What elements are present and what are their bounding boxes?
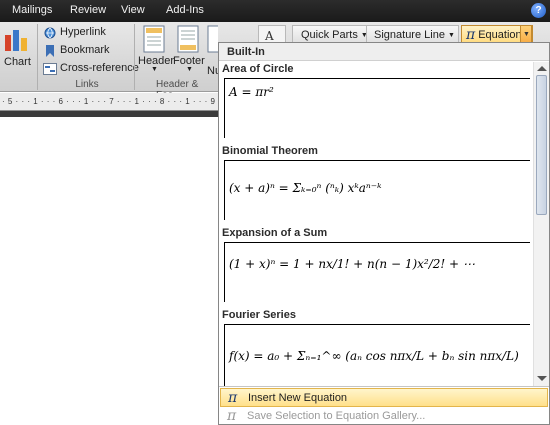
chart-button[interactable]: Chart <box>0 22 32 77</box>
footer-button[interactable]: Footer ▼ <box>172 22 206 77</box>
built-in-header-label: Built-In <box>227 46 265 58</box>
document-page[interactable] <box>0 117 218 425</box>
pi-icon: π <box>466 27 476 43</box>
cross-reference-label: Cross-reference <box>60 62 139 74</box>
hyperlink-button[interactable]: Hyperlink <box>43 26 133 41</box>
tab-view[interactable]: View <box>121 4 145 16</box>
equation-label: Equation <box>478 29 522 41</box>
pi-icon: π <box>228 390 238 406</box>
equation-text: A = πr² <box>229 85 274 99</box>
equation-gallery: Area of Circle A = πr² Binomial Theorem … <box>219 62 533 386</box>
help-icon[interactable]: ? <box>531 3 546 18</box>
quick-parts-label: Quick Parts <box>301 29 358 41</box>
footer-icon <box>177 25 199 53</box>
page-number-label: Nu <box>207 65 218 77</box>
save-selection-label: Save Selection to Equation Gallery... <box>247 410 426 422</box>
tab-mailings[interactable]: Mailings <box>12 4 52 16</box>
built-in-section-header: Built-In <box>219 43 549 61</box>
menu-separator <box>219 386 549 387</box>
tab-add-ins[interactable]: Add-Ins <box>166 4 204 16</box>
insert-new-equation-item[interactable]: π Insert New Equation <box>220 388 548 407</box>
scroll-up-icon[interactable] <box>537 66 547 71</box>
cross-reference-icon <box>43 63 57 75</box>
hyperlink-icon <box>44 27 56 39</box>
insert-new-equation-label: Insert New Equation <box>248 392 348 404</box>
page-number-icon <box>207 25 218 53</box>
equation-preview: f(x) = a₀ + Σₙ₌₁^∞ (aₙ cos nπx/L + bₙ si… <box>224 324 530 386</box>
ribbon-separator <box>37 24 38 90</box>
gallery-scrollbar[interactable] <box>533 62 549 387</box>
equation-text: f(x) = a₀ + Σₙ₌₁^∞ (aₙ cos nπx/L + bₙ si… <box>229 349 519 363</box>
header-button[interactable]: Header ▼ <box>137 22 174 77</box>
gallery-item-expansion-of-a-sum[interactable]: Expansion of a Sum (1 + x)ⁿ = 1 + nx/1! … <box>219 226 533 304</box>
chevron-down-icon: ▼ <box>447 31 455 39</box>
equation-preview: (1 + x)ⁿ = 1 + nx/1! + n(n − 1)x²/2! + ⋯ <box>224 242 530 302</box>
gallery-item-title: Binomial Theorem <box>222 145 318 157</box>
bookmark-icon <box>46 45 54 57</box>
chevron-down-icon: ▼ <box>186 66 193 73</box>
chevron-down-icon: ▼ <box>523 31 530 38</box>
bookmark-button[interactable]: Bookmark <box>43 44 133 59</box>
ribbon-tab-bar: Mailings Review View Add-Ins ? <box>0 0 550 22</box>
links-group-label: Links <box>75 79 99 90</box>
gallery-item-binomial-theorem[interactable]: Binomial Theorem (x + a)ⁿ = Σₖ₌₀ⁿ (ⁿₖ) x… <box>219 144 533 222</box>
page-number-button[interactable]: Nu <box>207 22 218 77</box>
chart-label: Chart <box>4 56 31 68</box>
pi-icon: π <box>227 408 237 424</box>
gallery-item-title: Area of Circle <box>222 63 294 75</box>
tab-review[interactable]: Review <box>70 4 106 16</box>
gallery-item-title: Fourier Series <box>222 309 296 321</box>
header-icon <box>143 25 165 53</box>
chart-icon <box>5 30 27 51</box>
text-box-icon: A <box>265 29 274 43</box>
gallery-item-area-of-circle[interactable]: Area of Circle A = πr² <box>219 62 533 140</box>
gallery-item-title: Expansion of a Sum <box>222 227 328 239</box>
horizontal-ruler[interactable]: · 5 · · · 1 · · · 6 · · · 1 · · · 7 · · … <box>0 93 337 111</box>
equation-preview: (x + a)ⁿ = Σₖ₌₀ⁿ (ⁿₖ) xᵏaⁿ⁻ᵏ <box>224 160 530 220</box>
equation-text: (1 + x)ⁿ = 1 + nx/1! + n(n − 1)x²/2! + ⋯ <box>229 257 475 271</box>
equation-preview: A = πr² <box>224 78 530 138</box>
scrollbar-thumb[interactable] <box>536 75 547 215</box>
scroll-down-icon[interactable] <box>537 376 547 381</box>
hyperlink-label: Hyperlink <box>60 26 106 38</box>
save-selection-to-gallery-item: π Save Selection to Equation Gallery... <box>220 407 548 425</box>
equation-text: (x + a)ⁿ = Σₖ₌₀ⁿ (ⁿₖ) xᵏaⁿ⁻ᵏ <box>229 181 382 195</box>
bookmark-label: Bookmark <box>60 44 110 56</box>
ribbon-separator <box>134 24 135 90</box>
signature-line-label: Signature Line <box>374 29 445 41</box>
gallery-item-fourier-series[interactable]: Fourier Series f(x) = a₀ + Σₙ₌₁^∞ (aₙ co… <box>219 308 533 386</box>
cross-reference-button[interactable]: Cross-reference <box>43 62 139 77</box>
chevron-down-icon: ▼ <box>151 66 158 73</box>
equation-gallery-dropdown: Built-In Area of Circle A = πr² Binomial… <box>218 42 550 425</box>
